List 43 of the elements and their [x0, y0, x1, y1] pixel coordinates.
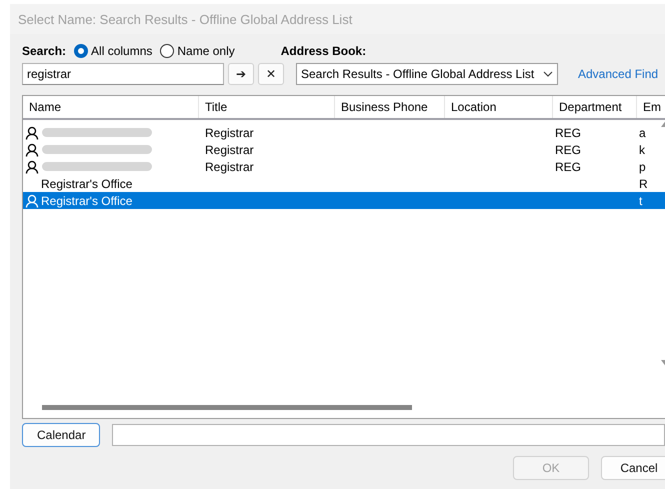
- table-cell: k: [639, 142, 645, 156]
- column-header[interactable]: Title: [199, 96, 335, 118]
- window-title: Select Name: Search Results - Offline Global Address List: [18, 12, 352, 26]
- name-cell: Registrar's Office: [41, 176, 132, 190]
- address-book-dropdown[interactable]: Search Results - Offline Global Address List: [296, 63, 558, 85]
- result-row[interactable]: Registrar's Office R: [23, 175, 665, 192]
- chevron-icon: [543, 71, 553, 77]
- calendar-button[interactable]: Calendar: [22, 423, 100, 447]
- department-cell: REG: [555, 142, 582, 156]
- search-field[interactable]: registrar: [22, 63, 224, 85]
- result-row[interactable]: Registrar REG a: [23, 124, 665, 141]
- search-scope-radio[interactable]: Name only: [160, 44, 235, 58]
- person-icon: [25, 126, 39, 140]
- result-row[interactable]: Registrar REG k: [23, 141, 665, 158]
- title-cell: Registrar: [205, 142, 254, 156]
- search-label: Search:: [22, 44, 66, 58]
- table-cell: t: [639, 194, 642, 208]
- title-cell: Registrar: [205, 126, 254, 140]
- person-icon: [25, 194, 39, 208]
- horizontal-scrollbar[interactable]: [42, 405, 412, 410]
- column-header[interactable]: Business Phone: [335, 96, 445, 118]
- table-cell: a: [639, 126, 646, 140]
- title-cell: Registrar: [205, 160, 254, 174]
- result-row[interactable]: Registrar's Office t: [23, 192, 665, 209]
- column-header[interactable]: Department: [553, 96, 637, 118]
- department-cell: REG: [555, 160, 582, 174]
- clear-button[interactable]: ✕: [258, 63, 284, 85]
- result-row[interactable]: Registrar REG p: [23, 158, 665, 175]
- address-book-label: Address Book:: [280, 44, 366, 58]
- dialog-button[interactable]: Cancel: [601, 456, 665, 480]
- column-header[interactable]: Em: [637, 96, 665, 118]
- column-header[interactable]: Location: [445, 96, 553, 118]
- advanced-find-link[interactable]: Advanced Find: [578, 67, 658, 81]
- name-cell: Registrar's Office: [41, 194, 132, 208]
- search-scope-radio[interactable]: All columns: [74, 44, 152, 58]
- go-button[interactable]: ➔: [228, 63, 254, 85]
- column-header[interactable]: Name: [23, 96, 199, 118]
- person-icon: [25, 160, 39, 174]
- person-icon: [25, 142, 39, 156]
- table-cell: R: [639, 176, 647, 190]
- table-cell: p: [639, 160, 646, 174]
- department-cell: REG: [555, 126, 582, 140]
- selected-name-field[interactable]: [112, 424, 665, 446]
